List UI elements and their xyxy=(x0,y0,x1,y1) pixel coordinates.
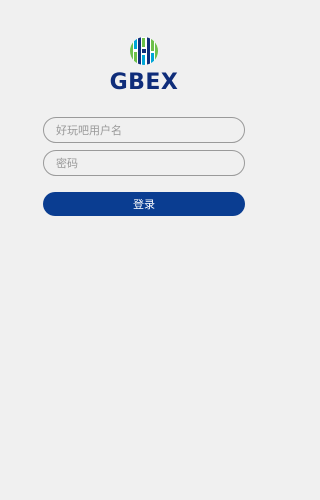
login-button[interactable]: 登录 xyxy=(43,192,245,216)
logo-block: GBEX xyxy=(0,36,288,95)
password-field[interactable] xyxy=(43,150,245,176)
brand-name: GBEX xyxy=(109,70,179,95)
gbex-logo-icon xyxy=(130,37,158,65)
username-input[interactable] xyxy=(44,118,244,142)
password-input[interactable] xyxy=(44,151,244,175)
username-field[interactable] xyxy=(43,117,245,143)
